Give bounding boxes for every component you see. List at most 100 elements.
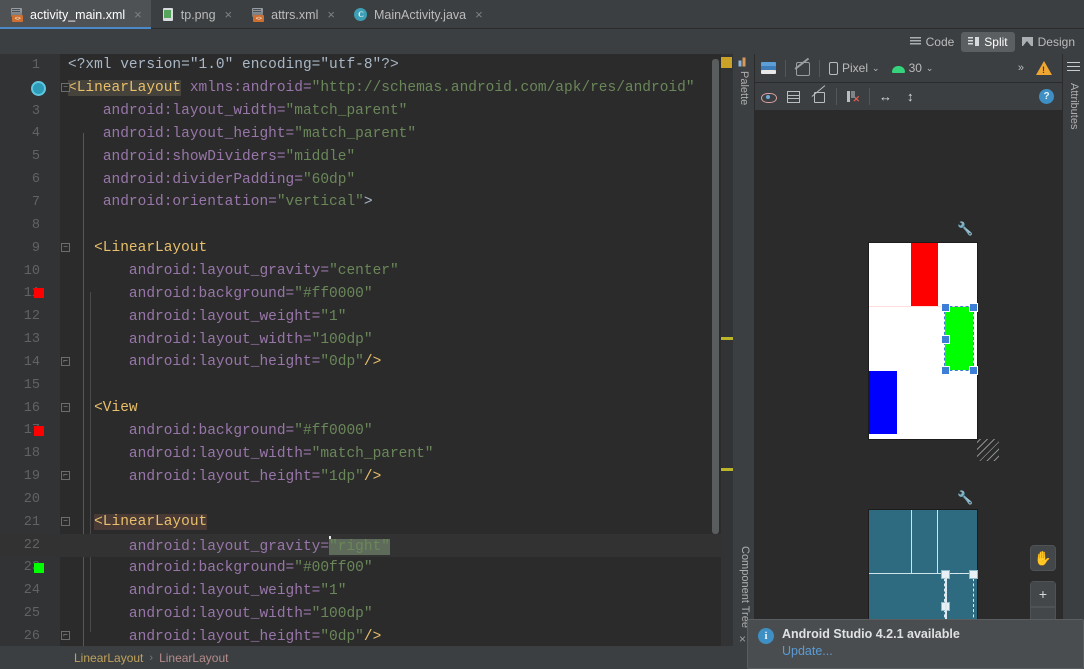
toolbar-separator — [819, 59, 820, 77]
hide-constraints-button[interactable] — [806, 86, 833, 108]
expand-horizontal-button[interactable]: ↔ — [873, 86, 901, 108]
tab-label: attrs.xml — [271, 7, 319, 22]
code-line[interactable]: 4 android:layout_height="match_parent" — [0, 123, 733, 146]
resize-handle-bottom-left[interactable] — [941, 366, 950, 375]
breadcrumb-item-1[interactable]: LinearLayout — [74, 651, 143, 665]
blueprint-outline-top — [911, 510, 938, 573]
expand-vertical-button[interactable]: ↕ — [901, 86, 925, 108]
tab-mainactivity-java[interactable]: C MainActivity.java × — [344, 0, 492, 29]
xml-code-editor[interactable]: 1 <?xml version="1.0" encoding="utf-8"?>… — [0, 54, 733, 646]
zoom-in-button[interactable]: + — [1030, 581, 1056, 607]
canvas-resize-grip[interactable] — [977, 439, 999, 461]
view-options-button[interactable] — [755, 86, 781, 108]
palette-rail-label[interactable]: Palette — [738, 57, 750, 127]
palette-tool-rail[interactable]: Palette — [733, 54, 755, 524]
fold-toggle-icon[interactable]: − — [61, 242, 70, 252]
device-selector[interactable]: Pixel ⌄ — [823, 57, 886, 79]
code-line[interactable]: 7 android:orientation="vertical"> — [0, 191, 733, 214]
line-number: 15 — [23, 377, 40, 393]
design-canvas[interactable]: 🔧 🔧 ✋ + — [755, 111, 1062, 669]
tab-close-icon[interactable]: × — [475, 8, 483, 21]
breadcrumb-item-2[interactable]: LinearLayout — [159, 651, 228, 665]
code-line[interactable]: 2 − <LinearLayout xmlns:android="http://… — [0, 77, 733, 100]
code-line[interactable]: 15 — [0, 374, 733, 397]
pan-hand-icon[interactable]: ✋ — [1030, 545, 1056, 571]
code-line[interactable]: 5 android:showDividers="middle" — [0, 145, 733, 168]
bp-resize-handle-top-right[interactable] — [969, 570, 978, 579]
code-line[interactable]: 23 android:background="#00ff00" — [0, 557, 733, 580]
orientation-button[interactable] — [789, 57, 816, 79]
code-line[interactable]: 19 ⌐ android:layout_height="1dp"/> — [0, 465, 733, 488]
code-line-current[interactable]: 22 android:layout_gravity="right" — [0, 533, 733, 557]
tab-close-icon[interactable]: × — [225, 8, 233, 21]
code-token: android:dividerPadding= — [102, 171, 303, 188]
design-config-wrench-icon[interactable]: 🔧 — [957, 221, 973, 237]
toolbar-separator — [836, 88, 837, 105]
layout-preview-gutter-icon[interactable] — [31, 80, 46, 96]
tab-code-view[interactable]: Code — [903, 32, 962, 52]
tab-close-icon[interactable]: × — [134, 8, 142, 21]
code-line[interactable]: 1 <?xml version="1.0" encoding="utf-8"?> — [0, 54, 733, 77]
api-level-selector[interactable]: 30 ⌄ — [886, 57, 940, 79]
tab-design-view[interactable]: Design — [1015, 32, 1082, 52]
issues-button[interactable] — [1030, 57, 1062, 79]
tab-attrs-xml[interactable]: <> attrs.xml × — [241, 0, 344, 29]
tab-close-icon[interactable]: × — [327, 8, 335, 21]
resize-handle-top-right[interactable] — [969, 303, 978, 312]
balloon-close-icon[interactable]: × — [739, 632, 746, 646]
resize-handle-bottom-right[interactable] — [969, 366, 978, 375]
tab-split-view[interactable]: Split — [961, 31, 1015, 52]
code-line[interactable]: 6 android:dividerPadding="60dp" — [0, 168, 733, 191]
red-block-top[interactable] — [911, 243, 938, 306]
code-line[interactable]: 8 — [0, 214, 733, 237]
code-line[interactable]: 25 android:layout_width="100dp" — [0, 602, 733, 625]
fold-toggle-icon[interactable]: − — [61, 82, 70, 92]
notification-update-link[interactable]: Update... — [782, 644, 960, 658]
code-line[interactable]: 24 android:layout_weight="1" — [0, 579, 733, 602]
code-line[interactable]: 18 android:layout_width="match_parent" — [0, 442, 733, 465]
margins-button[interactable] — [781, 86, 806, 108]
pan-tool-button[interactable]: ✋ — [1030, 545, 1056, 571]
tab-tp-png[interactable]: tp.png × — [151, 0, 241, 29]
editor-marker-bar[interactable] — [721, 54, 733, 646]
code-line[interactable]: 20 — [0, 488, 733, 511]
blueprint-config-wrench-icon[interactable]: 🔧 — [957, 490, 973, 506]
clear-constraints-button[interactable]: ✕ — [840, 86, 866, 108]
code-line[interactable]: 26 ⌐ android:layout_height="0dp"/> — [0, 625, 733, 646]
attributes-tool-rail[interactable]: Attributes — [1062, 54, 1084, 669]
help-button[interactable]: ? — [1033, 86, 1062, 108]
chevron-double-right-icon: » — [1017, 62, 1024, 74]
design-surface-button[interactable] — [755, 57, 782, 79]
code-line[interactable]: 3 android:layout_width="match_parent" — [0, 100, 733, 123]
color-swatch-gutter-icon[interactable] — [34, 425, 44, 436]
code-line[interactable]: 10 android:layout_gravity="center" — [0, 260, 733, 283]
fold-end-icon[interactable]: ⌐ — [61, 356, 70, 366]
code-token: "match_parent" — [311, 445, 434, 462]
code-line[interactable]: 14 ⌐ android:layout_height="0dp"/> — [0, 351, 733, 374]
code-line[interactable]: 17 android:background="#ff0000" — [0, 420, 733, 443]
notification-balloon[interactable]: × i Android Studio 4.2.1 available Updat… — [739, 619, 1084, 669]
resize-handle-top-left[interactable] — [941, 303, 950, 312]
change-marker[interactable] — [721, 337, 733, 340]
fold-end-icon[interactable]: ⌐ — [61, 471, 70, 481]
inspection-warning-marker[interactable] — [721, 57, 732, 68]
fold-toggle-icon[interactable]: − — [61, 402, 70, 412]
attributes-rail-label[interactable]: Attributes — [1068, 83, 1080, 153]
resize-handle-left-middle[interactable] — [941, 335, 950, 344]
change-marker[interactable] — [721, 468, 733, 471]
fold-end-icon[interactable]: ⌐ — [61, 631, 70, 641]
editor-scrollbar-thumb[interactable] — [712, 59, 719, 534]
blue-block-bottom[interactable] — [869, 371, 897, 434]
code-line[interactable]: 21 − <LinearLayout — [0, 511, 733, 534]
layers-icon — [761, 61, 776, 75]
toolbar-overflow-button[interactable]: » — [1012, 57, 1030, 79]
code-line[interactable]: 13 android:layout_width="100dp" — [0, 328, 733, 351]
color-swatch-gutter-icon[interactable] — [34, 288, 44, 299]
code-line[interactable]: 16 − <View — [0, 397, 733, 420]
color-swatch-gutter-icon[interactable] — [34, 562, 44, 573]
code-line[interactable]: 12 android:layout_weight="1" — [0, 305, 733, 328]
fold-toggle-icon[interactable]: − — [61, 516, 70, 526]
code-line[interactable]: 9 − <LinearLayout — [0, 237, 733, 260]
tab-activity-main-xml[interactable]: <> activity_main.xml × — [0, 0, 151, 29]
code-line[interactable]: 11 android:background="#ff0000" — [0, 282, 733, 305]
